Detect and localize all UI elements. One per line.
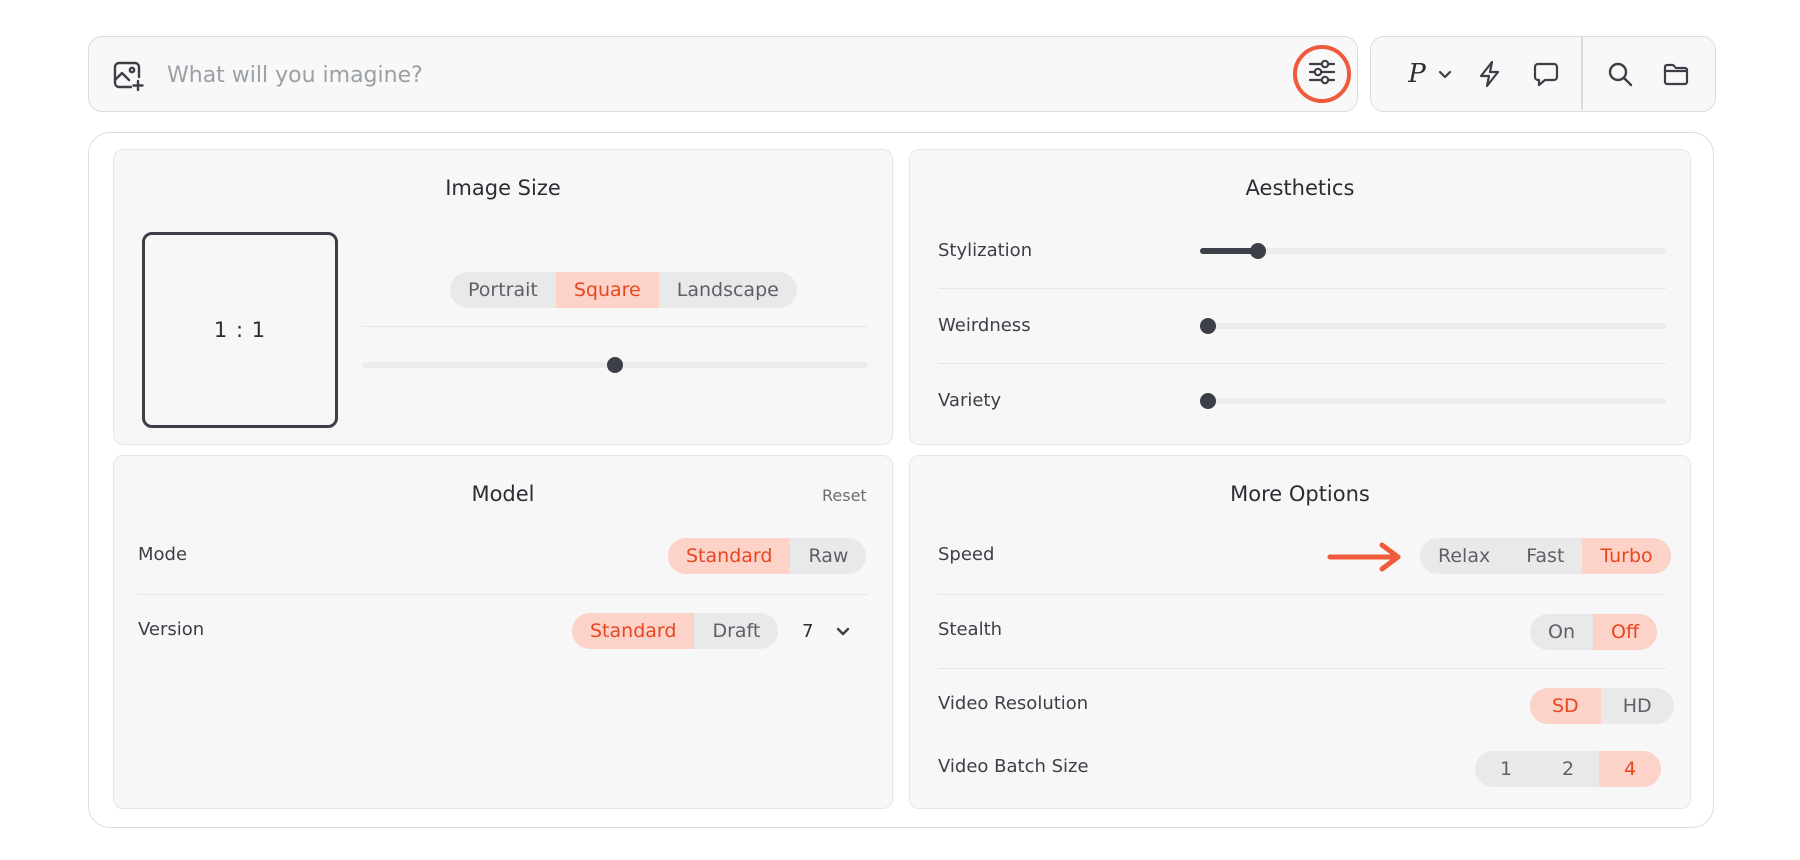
mode-label: Mode (138, 544, 188, 565)
chevron-down-icon (1438, 67, 1452, 81)
speed-turbo[interactable]: Turbo (1582, 538, 1671, 574)
tools-bar: P (1370, 36, 1716, 112)
settings-button[interactable] (1293, 45, 1351, 103)
aesthetics-title: Aesthetics (1245, 176, 1355, 200)
more-options-title: More Options (1230, 482, 1370, 506)
variety-slider-knob[interactable] (1200, 393, 1216, 409)
tools-divider (1581, 37, 1583, 110)
version-label: Version (138, 619, 205, 640)
aspect-ratio-preview: 1 : 1 (142, 232, 338, 428)
stealth-off[interactable]: Off (1593, 614, 1658, 650)
image-size-card: Image Size 1 : 1 Portrait Square Landsca… (113, 149, 893, 445)
aspect-ratio-slider[interactable] (362, 357, 868, 373)
mode-standard[interactable]: Standard (668, 538, 791, 574)
video-resolution-label: Video Resolution (938, 693, 1089, 714)
personalize-dropdown[interactable]: P (1395, 55, 1465, 93)
variety-slider[interactable] (1200, 393, 1666, 409)
mode-toggle: Standard Raw (668, 538, 867, 574)
speed-toggle: Relax Fast Turbo (1420, 538, 1671, 574)
prompt-bar (88, 36, 1358, 112)
variety-label: Variety (938, 390, 1002, 411)
prompt-input[interactable] (167, 55, 1227, 95)
mode-raw[interactable]: Raw (790, 538, 866, 574)
aspect-ratio-slider-knob[interactable] (607, 357, 623, 373)
video-batch-size-4[interactable]: 4 (1599, 751, 1661, 787)
speed-fast[interactable]: Fast (1508, 538, 1582, 574)
stealth-on[interactable]: On (1530, 614, 1593, 650)
orientation-toggle: Portrait Square Landscape (450, 272, 797, 308)
row-divider (938, 594, 1666, 595)
stylization-label: Stylization (938, 240, 1033, 261)
stealth-toggle: On Off (1530, 614, 1658, 650)
orientation-landscape[interactable]: Landscape (659, 272, 797, 308)
more-options-card: More Options Speed Relax Fast Turbo Stea… (909, 455, 1691, 809)
arrow-right-icon (1326, 542, 1404, 576)
row-divider (138, 594, 868, 595)
video-resolution-hd[interactable]: HD (1601, 688, 1674, 724)
stylization-slider[interactable] (1200, 243, 1666, 259)
version-standard[interactable]: Standard (572, 613, 695, 649)
video-batch-size-2[interactable]: 2 (1537, 751, 1599, 787)
model-card: Model Reset Mode Standard Raw Version St… (113, 455, 893, 809)
lightning-icon[interactable] (1471, 55, 1509, 93)
video-batch-size-1[interactable]: 1 (1475, 751, 1537, 787)
settings-sliders-icon (1307, 57, 1337, 91)
weirdness-slider[interactable] (1200, 318, 1666, 334)
stealth-label: Stealth (938, 619, 1003, 640)
row-divider (362, 326, 868, 327)
row-divider (938, 363, 1666, 364)
orientation-square[interactable]: Square (555, 272, 659, 308)
version-draft[interactable]: Draft (694, 613, 778, 649)
stylization-slider-knob[interactable] (1250, 243, 1266, 259)
video-batch-size-label: Video Batch Size (938, 756, 1089, 777)
chevron-down-icon (835, 623, 851, 639)
version-toggle: Standard Draft (572, 613, 779, 649)
row-divider (938, 288, 1666, 289)
chat-bubble-icon[interactable] (1527, 55, 1565, 93)
aesthetics-card: Aesthetics Stylization Weirdness Variety (909, 149, 1691, 445)
reset-button[interactable]: Reset (822, 486, 867, 505)
weirdness-label: Weirdness (938, 315, 1031, 336)
version-number: 7 (802, 620, 814, 642)
image-size-title: Image Size (445, 176, 561, 200)
orientation-portrait[interactable]: Portrait (450, 272, 556, 308)
image-plus-icon[interactable] (111, 59, 145, 93)
folder-icon[interactable] (1657, 55, 1695, 93)
video-resolution-sd[interactable]: SD (1530, 688, 1601, 724)
weirdness-slider-knob[interactable] (1200, 318, 1216, 334)
version-number-dropdown[interactable]: 7 (802, 613, 851, 649)
video-batch-size-toggle: 1 2 4 (1475, 751, 1661, 787)
video-resolution-toggle: SD HD (1530, 688, 1674, 724)
search-icon[interactable] (1601, 55, 1639, 93)
aspect-ratio-label: 1 : 1 (213, 318, 267, 342)
speed-label: Speed (938, 544, 995, 565)
personalize-label: P (1408, 59, 1426, 89)
model-title: Model (471, 482, 535, 506)
settings-panel: Image Size 1 : 1 Portrait Square Landsca… (88, 132, 1714, 828)
row-divider (938, 668, 1666, 669)
speed-relax[interactable]: Relax (1420, 538, 1508, 574)
